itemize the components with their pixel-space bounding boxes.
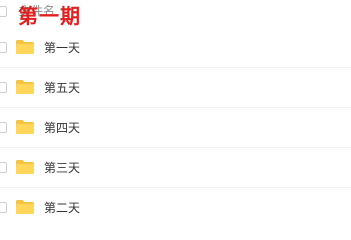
folder-icon: [15, 79, 35, 95]
file-name[interactable]: 第二天: [44, 200, 80, 216]
file-name[interactable]: 第四天: [44, 120, 80, 136]
folder-icon: [15, 159, 35, 175]
file-name[interactable]: 第三天: [44, 160, 80, 176]
folder-icon: [15, 119, 35, 135]
list-item[interactable]: 第一天: [0, 28, 351, 68]
file-list: 第一天 第五天 第四天 第三天 第二天: [0, 28, 351, 221]
row-checkbox[interactable]: [0, 122, 7, 133]
select-all-checkbox[interactable]: [0, 6, 7, 17]
list-header: 文件名 第一期: [0, 0, 351, 28]
list-item[interactable]: 第三天: [0, 148, 351, 188]
row-checkbox[interactable]: [0, 42, 7, 53]
overlay-title: 第一期: [18, 4, 81, 28]
row-checkbox[interactable]: [0, 162, 7, 173]
folder-icon: [15, 39, 35, 55]
list-item[interactable]: 第二天: [0, 188, 351, 221]
list-item[interactable]: 第五天: [0, 68, 351, 108]
file-name[interactable]: 第一天: [44, 40, 80, 56]
row-checkbox[interactable]: [0, 202, 7, 213]
file-list-panel: 文件名 第一期 第一天 第五天 第四天 第三天 第二天: [0, 0, 351, 221]
row-checkbox[interactable]: [0, 82, 7, 93]
folder-icon: [15, 199, 35, 215]
file-name[interactable]: 第五天: [44, 80, 80, 96]
list-item[interactable]: 第四天: [0, 108, 351, 148]
